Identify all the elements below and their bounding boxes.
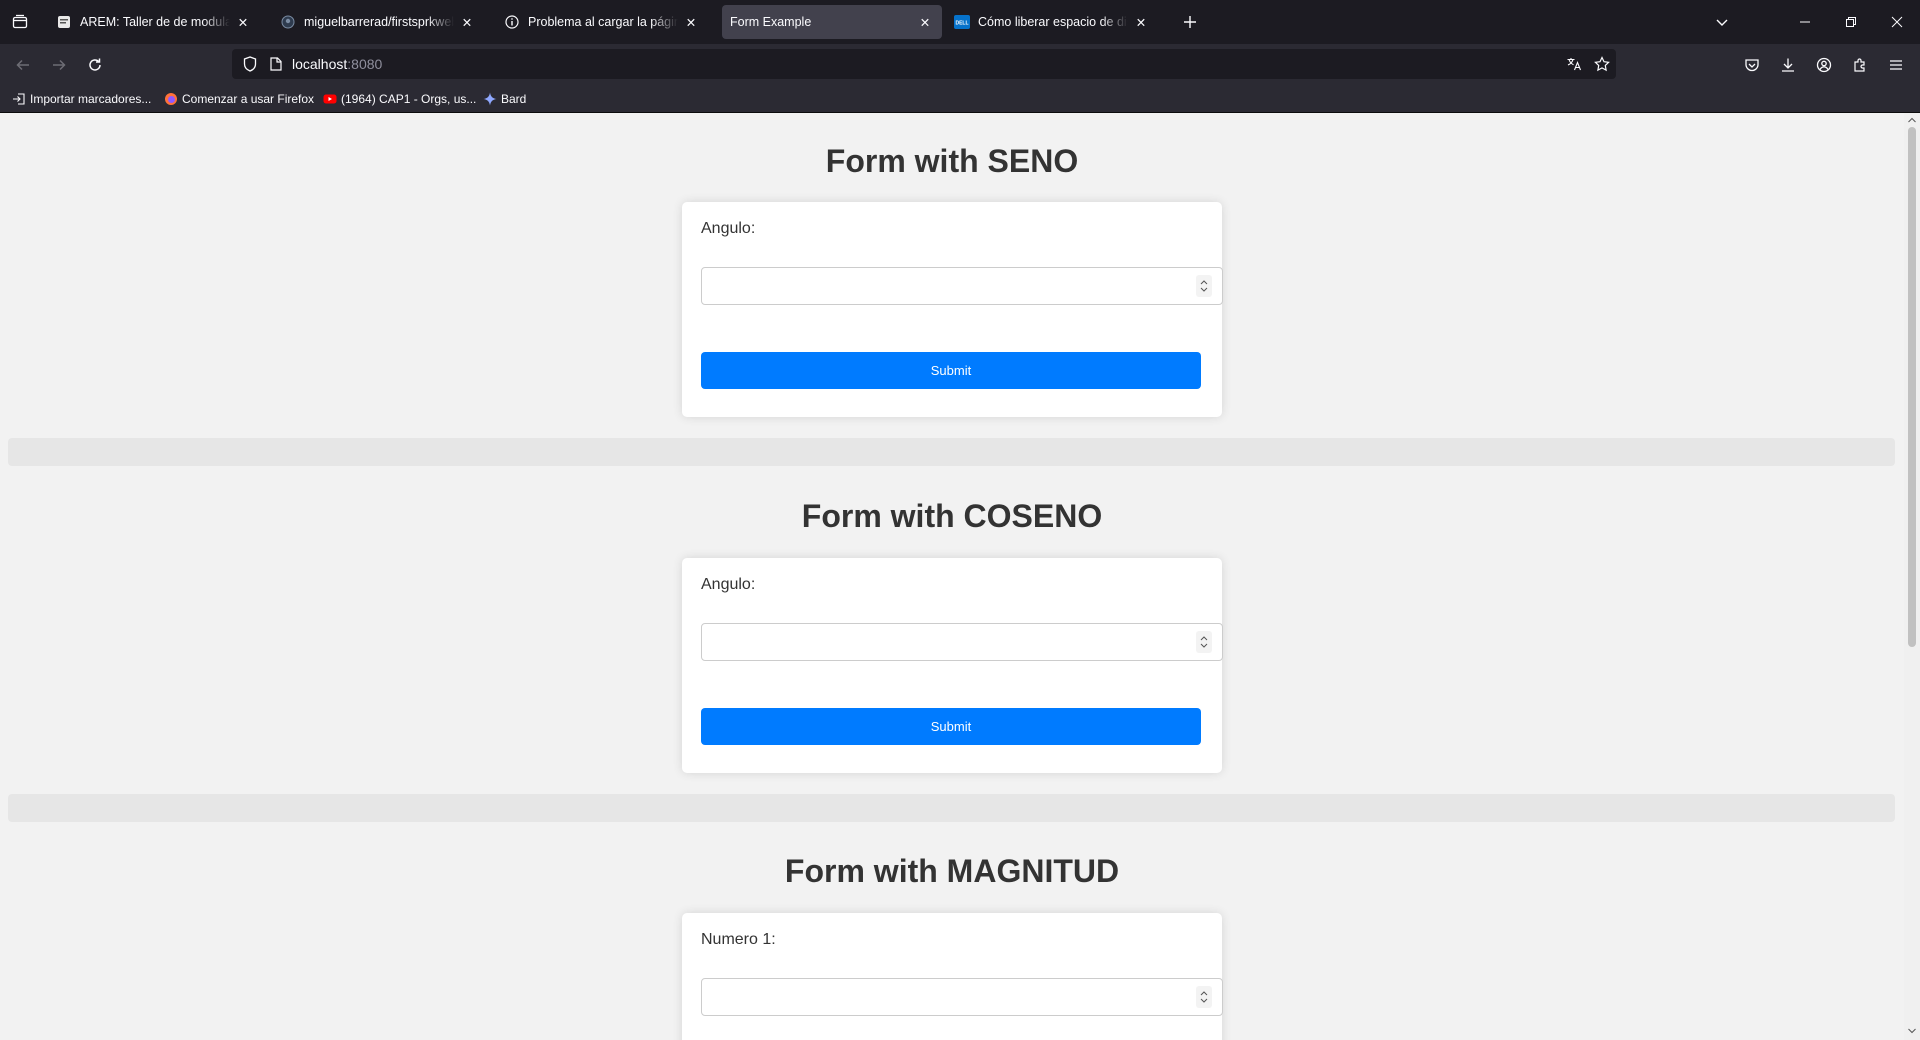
scrollbar-thumb[interactable] [1908, 127, 1916, 647]
bookmarks-toolbar: Importar marcadores... Comenzar a usar F… [0, 84, 1920, 113]
scroll-down-icon[interactable] [1908, 1027, 1916, 1035]
account-button[interactable] [1811, 52, 1837, 78]
firefox-icon [164, 92, 178, 106]
restore-button[interactable] [1828, 0, 1874, 44]
shield-icon[interactable] [242, 56, 258, 72]
angulo-label: Angulo: [701, 576, 756, 593]
page-info-icon[interactable] [268, 56, 284, 72]
close-tab-icon[interactable]: ✕ [1132, 13, 1150, 31]
section-title-coseno: Form with COSENO [801, 498, 1103, 534]
download-icon [1782, 58, 1794, 72]
section-title-seno: Form with SENO [825, 143, 1079, 179]
forward-button[interactable] [46, 52, 72, 78]
dell-icon: DELL [954, 14, 970, 30]
close-tab-icon[interactable]: ✕ [682, 13, 700, 31]
info-icon [504, 14, 520, 30]
pocket-icon [1745, 59, 1759, 72]
puzzle-icon [1854, 58, 1865, 72]
submit-button-coseno[interactable]: Submit [701, 708, 1201, 745]
bookmark-label: Comenzar a usar Firefox [182, 92, 315, 106]
divider-bar [8, 438, 1895, 466]
angulo-input-seno[interactable] [701, 267, 1223, 305]
youtube-icon [323, 92, 337, 106]
angulo-input-coseno[interactable] [701, 623, 1223, 661]
spinner-arrows-icon [1200, 991, 1208, 1003]
bookmark-label: Bard [501, 92, 527, 106]
close-tab-icon[interactable]: ✕ [458, 13, 476, 31]
navigation-toolbar: localhost:8080 [0, 44, 1920, 84]
restore-icon [1846, 17, 1856, 27]
pocket-button[interactable] [1739, 52, 1765, 78]
arrow-right-icon [53, 59, 66, 71]
hamburger-menu-icon [1890, 60, 1902, 70]
github-icon [280, 14, 296, 30]
downloads-button[interactable] [1775, 52, 1801, 78]
firefox-view-button[interactable] [8, 10, 32, 34]
spinner-arrows-icon [1200, 636, 1208, 648]
tab-strip: AREM: Taller de de modularización ✕ migu… [0, 0, 1920, 44]
url-host: localhost [292, 56, 348, 72]
vertical-scrollbar[interactable] [1904, 113, 1920, 1040]
tab-title: miguelbarrerad/firstsprkwebapp [304, 15, 454, 29]
number-spinner[interactable] [1196, 631, 1212, 653]
tab-github[interactable]: miguelbarrerad/firstsprkwebapp ✕ [272, 5, 484, 39]
tab-error[interactable]: Problema al cargar la página ✕ [496, 5, 708, 39]
plus-icon [1184, 16, 1196, 28]
bookmark-bard[interactable]: Bard [483, 90, 526, 108]
reload-icon [89, 58, 101, 71]
new-tab-button[interactable] [1178, 10, 1202, 34]
extensions-button[interactable] [1847, 52, 1873, 78]
tab-arem[interactable]: AREM: Taller de de modularización ✕ [48, 5, 260, 39]
minimize-icon [1800, 21, 1810, 23]
minimize-button[interactable] [1782, 0, 1828, 44]
firefox-view-icon [12, 14, 28, 29]
numero1-label: Numero 1: [701, 931, 776, 948]
tab-title: Problema al cargar la página [528, 15, 678, 29]
bookmark-star-icon[interactable] [1594, 56, 1610, 72]
divider-bar [8, 794, 1895, 822]
submit-button-seno[interactable]: Submit [701, 352, 1201, 389]
sparkle-icon [483, 92, 497, 106]
form-card-coseno: Angulo: Submit [682, 558, 1223, 773]
translate-icon[interactable] [1566, 56, 1582, 72]
bookmark-firefox[interactable]: Comenzar a usar Firefox [164, 90, 314, 108]
spinner-arrows-icon [1200, 280, 1208, 292]
page-content: Form with SENO Angulo: Submit Form with … [0, 113, 1920, 1040]
account-icon [1816, 57, 1832, 73]
list-all-tabs-button[interactable] [1710, 10, 1734, 34]
section-title-magnitud: Form with MAGNITUD [784, 853, 1120, 889]
arrow-left-icon [16, 59, 29, 71]
form-card-seno: Angulo: Submit [682, 202, 1223, 417]
bookmark-label: Importar marcadores... [30, 92, 152, 106]
form-card-magnitud: Numero 1: [682, 913, 1223, 1040]
close-tab-icon[interactable]: ✕ [234, 13, 252, 31]
document-icon [56, 14, 72, 30]
url-port: :8080 [347, 56, 383, 72]
import-icon [12, 92, 26, 106]
bookmark-import[interactable]: Importar marcadores... [12, 90, 151, 108]
bookmark-youtube[interactable]: (1964) CAP1 - Orgs, us... [323, 90, 476, 108]
bookmark-label: (1964) CAP1 - Orgs, us... [341, 92, 477, 106]
tab-form-example[interactable]: Form Example ✕ [722, 5, 942, 39]
url-text: localhost:8080 [292, 56, 382, 72]
angulo-label: Angulo: [701, 220, 756, 237]
tab-title: Cómo liberar espacio de disco duro [978, 15, 1128, 29]
close-window-button[interactable] [1874, 0, 1920, 44]
dell-badge: DELL [955, 21, 968, 27]
tab-title: Form Example [730, 15, 812, 29]
chevron-down-icon [1716, 19, 1728, 26]
tab-dell[interactable]: DELL Cómo liberar espacio de disco duro … [946, 5, 1158, 39]
address-bar[interactable]: localhost:8080 [232, 49, 1616, 79]
numero1-input[interactable] [701, 978, 1223, 1016]
close-icon [1891, 16, 1903, 28]
close-tab-icon[interactable]: ✕ [916, 13, 934, 31]
reload-button[interactable] [82, 52, 108, 78]
scroll-up-icon[interactable] [1908, 116, 1916, 124]
number-spinner[interactable] [1196, 986, 1212, 1008]
number-spinner[interactable] [1196, 275, 1212, 297]
app-menu-button[interactable] [1883, 52, 1909, 78]
tab-title: AREM: Taller de de modularización [80, 15, 230, 29]
back-button[interactable] [10, 52, 36, 78]
